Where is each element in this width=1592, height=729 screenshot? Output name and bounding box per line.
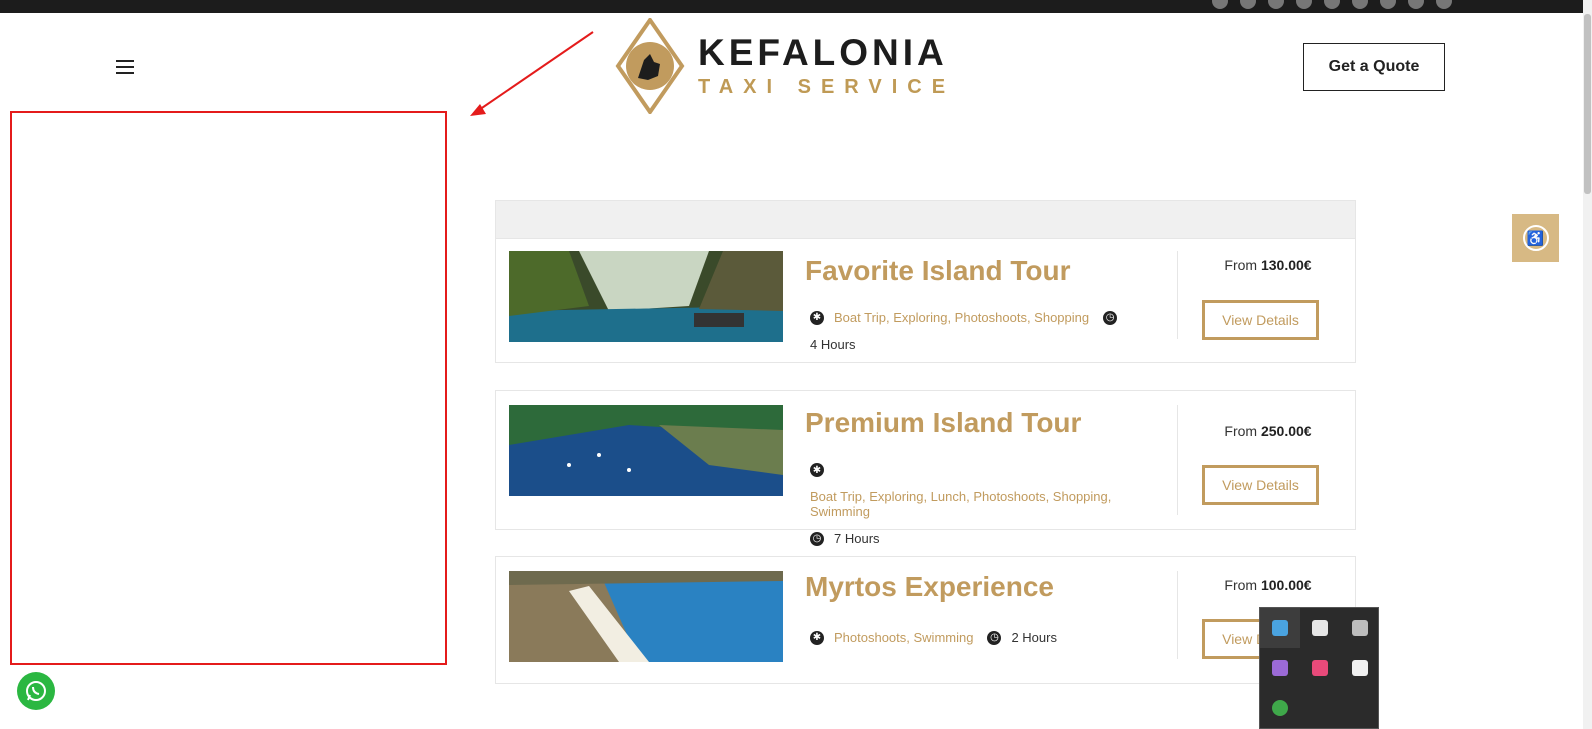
clock-icon: ◷ xyxy=(1103,310,1118,325)
price-prefix: From xyxy=(1224,423,1261,439)
tour-duration: 7 Hours xyxy=(834,531,880,546)
other-social-icon[interactable] xyxy=(1436,0,1452,9)
clock-icon: ◷ xyxy=(810,531,824,546)
whatsapp-button[interactable] xyxy=(17,672,55,710)
annotation-box xyxy=(10,111,447,665)
facebook-icon[interactable] xyxy=(1240,0,1256,9)
tour-duration: 2 Hours xyxy=(1011,630,1057,645)
tour-title[interactable]: Premium Island Tour xyxy=(805,407,1081,439)
activity-icon: ✱ xyxy=(810,630,824,645)
tour-meta: ✱ Photoshoots, Swimming ◷ 2 Hours xyxy=(810,630,1170,645)
menu-icon[interactable] xyxy=(116,60,134,74)
twitter-icon[interactable] xyxy=(1296,0,1312,9)
logo-subtitle: TAXI SERVICE xyxy=(698,76,956,98)
tour-title[interactable]: Myrtos Experience xyxy=(805,571,1054,603)
tour-tags[interactable]: Boat Trip, Exploring, Photoshoots, Shopp… xyxy=(834,310,1089,325)
divider xyxy=(1177,405,1178,515)
tour-image[interactable] xyxy=(509,251,783,342)
top-bar xyxy=(0,0,1592,13)
tour-card: Premium Island Tour ✱ Boat Trip, Explori… xyxy=(495,390,1358,546)
site-logo[interactable]: KEFALONIA TAXI SERVICE xyxy=(614,18,955,114)
utorrent-icon[interactable] xyxy=(1260,688,1300,728)
tour-card: Favorite Island Tour ✱ Boat Trip, Explor… xyxy=(495,238,1356,363)
whatsapp-icon xyxy=(26,681,46,701)
tour-image[interactable] xyxy=(509,405,783,496)
skype-icon[interactable] xyxy=(1212,0,1228,9)
get-quote-button[interactable]: Get a Quote xyxy=(1303,43,1445,91)
price-value: 100.00€ xyxy=(1260,577,1312,593)
view-details-button[interactable]: View Details xyxy=(1202,300,1319,340)
tour-meta: ✱ Boat Trip, Exploring, Photoshoots, Sho… xyxy=(810,310,1170,352)
discord-icon[interactable] xyxy=(1340,648,1380,688)
tour-list-header xyxy=(495,200,1356,238)
security-shield-icon[interactable] xyxy=(1300,608,1340,648)
tour-tags[interactable]: Photoshoots, Swimming xyxy=(834,630,973,645)
instagram-icon[interactable] xyxy=(1268,0,1284,9)
price-prefix: From xyxy=(1224,577,1261,593)
tour-tags[interactable]: Boat Trip, Exploring, Lunch, Photoshoots… xyxy=(810,489,1156,519)
accessibility-button[interactable]: ♿ xyxy=(1512,214,1559,262)
bug-app-icon[interactable] xyxy=(1300,648,1340,688)
tour-price: From 100.00€ xyxy=(1178,577,1358,593)
tour-card: Myrtos Experience ✱ Photoshoots, Swimmin… xyxy=(495,556,1356,684)
price-prefix: From xyxy=(1224,257,1261,273)
annotation-arrow xyxy=(470,31,594,116)
price-value: 250.00€ xyxy=(1260,423,1312,439)
logo-title: KEFALONIA xyxy=(698,32,948,73)
view-details-button[interactable]: View Details xyxy=(1202,465,1319,505)
activity-icon: ✱ xyxy=(810,463,824,477)
tour-price: From 250.00€ xyxy=(1178,423,1358,439)
cloud-offline-icon[interactable] xyxy=(1340,608,1380,648)
system-tray-overflow xyxy=(1259,607,1379,729)
accessibility-icon: ♿ xyxy=(1522,225,1549,251)
tour-price: From 130.00€ xyxy=(1178,257,1358,273)
tour-image[interactable] xyxy=(509,571,783,662)
page-scrollbar[interactable] xyxy=(1583,0,1592,729)
price-value: 130.00€ xyxy=(1260,257,1312,273)
linkedin-icon[interactable] xyxy=(1352,0,1368,9)
feather-app-icon[interactable] xyxy=(1260,648,1300,688)
island-emblem-icon xyxy=(615,18,685,114)
tour-meta: ✱ Boat Trip, Exploring, Lunch, Photoshoo… xyxy=(810,463,1170,546)
social-icons xyxy=(1212,0,1452,9)
clock-icon: ◷ xyxy=(987,630,1002,645)
network-tool-icon[interactable] xyxy=(1260,608,1300,648)
scrollbar-thumb[interactable] xyxy=(1584,14,1591,194)
activity-icon: ✱ xyxy=(810,310,824,325)
tour-duration: 4 Hours xyxy=(810,337,856,352)
mail-icon[interactable] xyxy=(1324,0,1340,9)
tripadvisor-icon[interactable] xyxy=(1408,0,1424,9)
tour-title[interactable]: Favorite Island Tour xyxy=(805,255,1071,287)
pinterest-icon[interactable] xyxy=(1380,0,1396,9)
